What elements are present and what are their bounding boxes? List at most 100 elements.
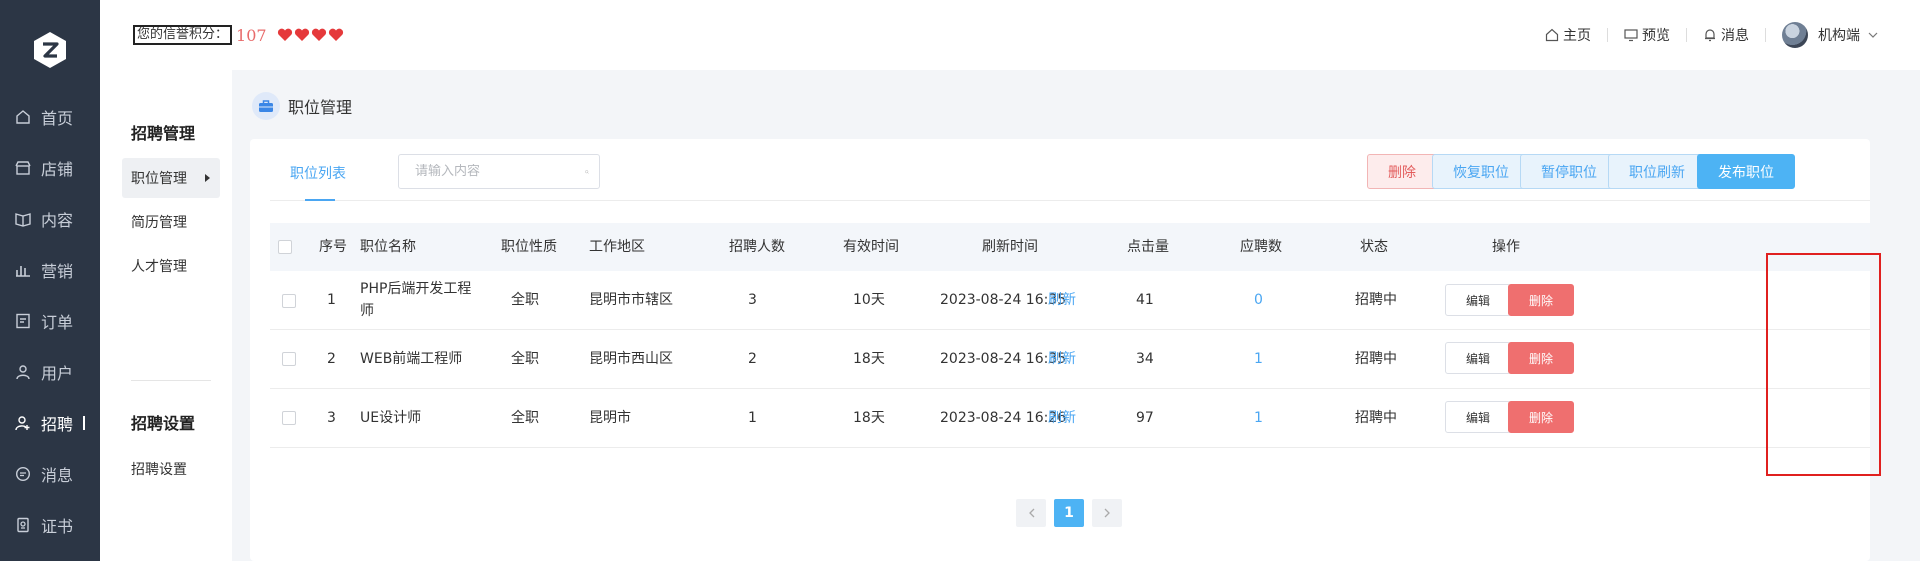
application-count[interactable]: 1	[1254, 348, 1263, 370]
credit-label: 您的信誉积分：	[133, 25, 233, 45]
click-count: 41	[1136, 292, 1154, 308]
chevron-down-icon	[1868, 32, 1878, 38]
application-count[interactable]: 0	[1254, 289, 1263, 311]
next-page-button[interactable]	[1092, 499, 1122, 527]
column-header: 应聘数	[1240, 239, 1282, 255]
avatar	[1782, 22, 1808, 48]
subnav-item-resumes[interactable]: 简历管理	[122, 202, 220, 242]
home-link[interactable]: 主页	[1545, 25, 1591, 45]
nav-label: 招聘	[41, 415, 74, 434]
column-header: 工作地区	[589, 239, 645, 255]
credit-hearts	[277, 28, 344, 42]
nav-label: 消息	[41, 466, 74, 485]
credit-info: 您的信誉积分： 107	[133, 25, 344, 45]
valid-duration: 18天	[853, 351, 885, 367]
publish-position-button[interactable]: 发布职位	[1697, 154, 1795, 189]
divider	[1686, 28, 1687, 42]
position-name[interactable]: PHP后端开发工程师	[360, 278, 471, 322]
position-name[interactable]: UE设计师	[360, 407, 421, 429]
row-checkbox[interactable]	[282, 352, 296, 366]
row-checkbox[interactable]	[282, 294, 296, 308]
delete-button[interactable]: 删除	[1367, 154, 1437, 189]
user-add-icon	[14, 414, 32, 432]
recruit-subnav: 招聘管理 职位管理 简历管理 人才管理 招聘设置 招聘设置	[100, 70, 232, 561]
nav-item-orders[interactable]: 订单	[0, 301, 100, 341]
nav-item-shop[interactable]: 店铺	[0, 148, 100, 188]
prev-page-button[interactable]	[1016, 499, 1046, 527]
table-row: 2 WEB前端工程师 全职 昆明市西山区 2 18天 2023-08-24 16…	[270, 330, 1870, 389]
position-status: 招聘中	[1355, 351, 1397, 367]
tab-position-list[interactable]: 职位列表	[290, 163, 346, 183]
nav-item-users[interactable]: 用户	[0, 352, 100, 392]
position-name[interactable]: WEB前端工程师	[360, 348, 462, 370]
edit-button[interactable]: 编辑	[1445, 401, 1511, 433]
row-delete-button[interactable]: 删除	[1508, 401, 1574, 433]
select-all-checkbox[interactable]	[278, 240, 292, 254]
logo-icon[interactable]	[33, 31, 67, 69]
nav-label: 首页	[41, 109, 74, 128]
subnav-item-label: 人才管理	[131, 259, 187, 275]
subnav-item-talent[interactable]: 人才管理	[122, 246, 220, 286]
search-icon[interactable]	[585, 165, 589, 179]
user-name: 机构端	[1818, 28, 1860, 44]
nav-item-messages[interactable]: 消息	[0, 454, 100, 494]
header-actions: 主页 预览 消息 机构端	[1545, 0, 1882, 70]
column-header: 点击量	[1127, 239, 1169, 255]
subnav-item-settings[interactable]: 招聘设置	[122, 449, 220, 489]
restore-position-button[interactable]: 恢复职位	[1432, 154, 1530, 189]
refresh-position-button[interactable]: 职位刷新	[1608, 154, 1706, 189]
edit-button[interactable]: 编辑	[1445, 342, 1511, 374]
work-area: 昆明市市辖区	[589, 292, 673, 308]
column-header: 序号	[319, 239, 347, 255]
home-label: 主页	[1563, 28, 1591, 44]
click-count: 34	[1136, 351, 1154, 367]
refresh-link[interactable]: 刷新	[1048, 289, 1076, 311]
nav-item-content[interactable]: 内容	[0, 199, 100, 239]
refresh-link[interactable]: 刷新	[1048, 407, 1076, 429]
page-number-current[interactable]: 1	[1054, 499, 1084, 527]
column-header: 职位性质	[501, 239, 557, 255]
subnav-section-title: 招聘设置	[131, 414, 196, 433]
click-count: 97	[1136, 410, 1154, 426]
refresh-link[interactable]: 刷新	[1048, 348, 1076, 370]
nav-item-recruit[interactable]: 招聘	[0, 403, 100, 443]
nav-label: 店铺	[41, 160, 74, 179]
row-delete-button[interactable]: 删除	[1508, 342, 1574, 374]
subnav-section-title: 招聘管理	[131, 124, 196, 143]
heart-icon	[277, 28, 292, 41]
divider	[131, 380, 211, 381]
nav-item-home[interactable]: 首页	[0, 97, 100, 137]
nav-item-certificates[interactable]: 证书	[0, 505, 100, 545]
table-row: 3 UE设计师 全职 昆明市 1 18天 2023-08-24 16:26 刷新…	[270, 389, 1870, 448]
row-delete-button[interactable]: 删除	[1508, 284, 1574, 316]
subnav-item-positions[interactable]: 职位管理	[122, 158, 220, 198]
column-header: 有效时间	[843, 239, 899, 255]
pause-position-button[interactable]: 暂停职位	[1520, 154, 1618, 189]
monitor-icon	[1624, 29, 1638, 42]
preview-link[interactable]: 预览	[1624, 25, 1670, 45]
nav-label: 订单	[41, 313, 74, 332]
heart-icon	[311, 28, 326, 41]
user-menu[interactable]: 机构端	[1782, 22, 1882, 48]
subnav-item-label: 职位管理	[131, 171, 187, 187]
chart-icon	[14, 261, 32, 279]
valid-duration: 18天	[853, 410, 885, 426]
row-number: 2	[327, 351, 336, 367]
nav-label: 用户	[41, 364, 74, 383]
valid-duration: 10天	[853, 292, 885, 308]
nav-item-marketing[interactable]: 营销	[0, 250, 100, 290]
row-checkbox[interactable]	[282, 411, 296, 425]
position-status: 招聘中	[1355, 292, 1397, 308]
heart-icon	[294, 28, 309, 41]
messages-link[interactable]: 消息	[1703, 25, 1749, 45]
edit-button[interactable]: 编辑	[1445, 284, 1511, 316]
certificate-icon	[14, 516, 32, 534]
chevron-left-icon	[1028, 508, 1034, 518]
preview-label: 预览	[1642, 28, 1670, 44]
search-input[interactable]	[415, 164, 585, 179]
divider	[1607, 28, 1608, 42]
application-count[interactable]: 1	[1254, 407, 1263, 429]
table-row: 1 PHP后端开发工程师 全职 昆明市市辖区 3 10天 2023-08-24 …	[270, 271, 1870, 330]
subnav-item-label: 简历管理	[131, 215, 187, 231]
top-header: 您的信誉积分： 107 主页 预览 消息 机构端	[100, 0, 1920, 70]
